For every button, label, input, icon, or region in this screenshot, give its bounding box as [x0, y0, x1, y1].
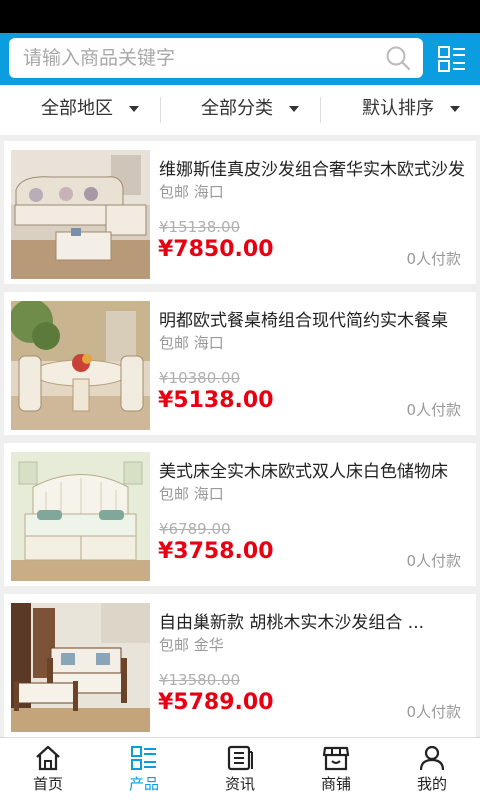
sale-price: ¥7850.00: [158, 237, 274, 262]
status-bar: [0, 0, 480, 33]
sale-price: ¥3758.00: [158, 539, 274, 564]
sales-count: 0人付款: [406, 703, 461, 721]
divider: [160, 97, 161, 123]
search-icon[interactable]: [385, 45, 411, 71]
tab-store[interactable]: 商铺: [288, 738, 384, 801]
home-icon: [36, 745, 60, 771]
filter-sort-label: 默认排序: [362, 98, 434, 119]
tab-label: 我的: [416, 775, 447, 793]
tab-label: 资讯: [224, 775, 255, 793]
product-card[interactable]: 明都欧式餐桌椅组合现代简约实木餐桌 包邮 海口 ¥10380.00 ¥5138.…: [4, 292, 476, 435]
sale-price: ¥5789.00: [158, 690, 274, 715]
chevron-down-icon: [450, 106, 460, 112]
store-icon: [322, 746, 350, 771]
product-image[interactable]: [11, 150, 150, 279]
bottom-tab-bar: 首页 产品 资讯 商铺 我的: [0, 737, 480, 801]
tab-label: 产品: [128, 775, 159, 793]
original-price: ¥13580.00: [159, 671, 241, 689]
product-shipping: 包邮 海口: [159, 183, 224, 201]
filter-region[interactable]: 全部地区: [41, 85, 139, 135]
filter-region-label: 全部地区: [41, 98, 113, 119]
news-icon: [227, 745, 253, 771]
filter-category-label: 全部分类: [201, 98, 273, 119]
product-shipping: 包邮 海口: [159, 334, 224, 352]
search-input[interactable]: [9, 38, 369, 78]
product-image[interactable]: [11, 301, 150, 430]
tab-label: 商铺: [320, 775, 351, 793]
product-image[interactable]: [11, 452, 150, 581]
tab-home[interactable]: 首页: [0, 738, 96, 801]
chevron-down-icon: [289, 106, 299, 112]
tab-products[interactable]: 产品: [96, 738, 192, 801]
product-title[interactable]: 自由巢新款 胡桃木实木沙发组合 ...: [159, 608, 467, 633]
sales-count: 0人付款: [406, 552, 461, 570]
product-title[interactable]: 维娜斯佳真皮沙发组合奢华实木欧式沙发: [159, 155, 467, 180]
tab-news[interactable]: 资讯: [192, 738, 288, 801]
product-card[interactable]: 自由巢新款 胡桃木实木沙发组合 ... 包邮 金华 ¥13580.00 ¥578…: [4, 594, 476, 737]
products-icon: [131, 746, 156, 770]
chevron-down-icon: [129, 106, 139, 112]
original-price: ¥10380.00: [159, 369, 241, 387]
filter-category[interactable]: 全部分类: [201, 85, 299, 135]
top-header: [0, 33, 480, 85]
sales-count: 0人付款: [406, 250, 461, 268]
filter-bar: 全部地区 全部分类 默认排序: [0, 85, 480, 135]
product-shipping: 包邮 海口: [159, 485, 224, 503]
category-menu-icon[interactable]: [436, 43, 468, 75]
search-box[interactable]: [9, 38, 423, 78]
tab-profile[interactable]: 我的: [384, 738, 480, 801]
product-title[interactable]: 美式床全实木床欧式双人床白色储物床: [159, 457, 467, 482]
sale-price: ¥5138.00: [158, 388, 274, 413]
user-icon: [419, 745, 445, 771]
original-price: ¥15138.00: [159, 218, 241, 236]
tab-label: 首页: [32, 775, 63, 793]
product-card[interactable]: 维娜斯佳真皮沙发组合奢华实木欧式沙发 包邮 海口 ¥15138.00 ¥7850…: [4, 141, 476, 284]
filter-sort[interactable]: 默认排序: [362, 85, 460, 135]
divider: [320, 97, 321, 123]
product-title[interactable]: 明都欧式餐桌椅组合现代简约实木餐桌: [159, 306, 467, 331]
product-shipping: 包邮 金华: [159, 636, 224, 654]
product-image[interactable]: [11, 603, 150, 732]
sales-count: 0人付款: [406, 401, 461, 419]
original-price: ¥6789.00: [159, 520, 231, 538]
product-card[interactable]: 美式床全实木床欧式双人床白色储物床 包邮 海口 ¥6789.00 ¥3758.0…: [4, 443, 476, 586]
